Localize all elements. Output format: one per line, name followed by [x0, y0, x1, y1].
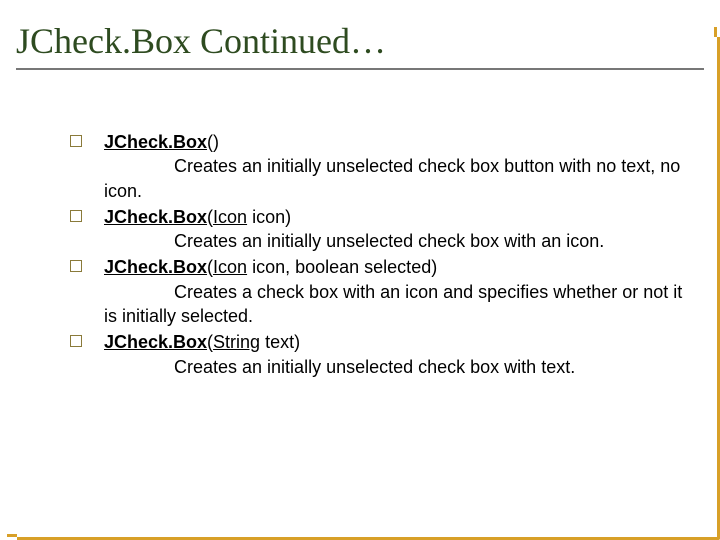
- method-signature: JCheck.Box(Icon icon, boolean selected): [104, 257, 437, 277]
- method-description: Creates an initially unselected check bo…: [174, 357, 575, 377]
- list-item: JCheck.Box(String text) Creates an initi…: [70, 330, 692, 379]
- class-name-link[interactable]: JCheck.Box: [104, 332, 207, 352]
- bullet-icon: [70, 135, 82, 147]
- class-name-link[interactable]: JCheck.Box: [104, 207, 207, 227]
- method-signature: JCheck.Box(Icon icon): [104, 207, 291, 227]
- sig-text: ): [213, 132, 219, 152]
- type-link[interactable]: Icon: [213, 207, 247, 227]
- method-description: Creates an initially unselected check bo…: [174, 231, 604, 251]
- class-name-link[interactable]: JCheck.Box: [104, 257, 207, 277]
- method-signature: JCheck.Box(): [104, 132, 219, 152]
- method-description: Creates an initially unselected check bo…: [104, 156, 680, 200]
- sig-text: text): [260, 332, 300, 352]
- list-item: JCheck.Box() Creates an initially unsele…: [70, 130, 692, 203]
- list-item: JCheck.Box(Icon icon) Creates an initial…: [70, 205, 692, 254]
- sig-text: icon): [247, 207, 291, 227]
- bullet-icon: [70, 335, 82, 347]
- type-link[interactable]: String: [213, 332, 260, 352]
- bullet-icon: [70, 260, 82, 272]
- class-name-link[interactable]: JCheck.Box: [104, 132, 207, 152]
- page-title: JCheck.Box Continued…: [16, 20, 704, 62]
- content-list: JCheck.Box() Creates an initially unsele…: [0, 70, 720, 379]
- method-signature: JCheck.Box(String text): [104, 332, 300, 352]
- sig-text: icon, boolean selected): [247, 257, 437, 277]
- type-link[interactable]: Icon: [213, 257, 247, 277]
- list-item: JCheck.Box(Icon icon, boolean selected) …: [70, 255, 692, 328]
- method-description: Creates a check box with an icon and spe…: [104, 282, 682, 326]
- bullet-icon: [70, 210, 82, 222]
